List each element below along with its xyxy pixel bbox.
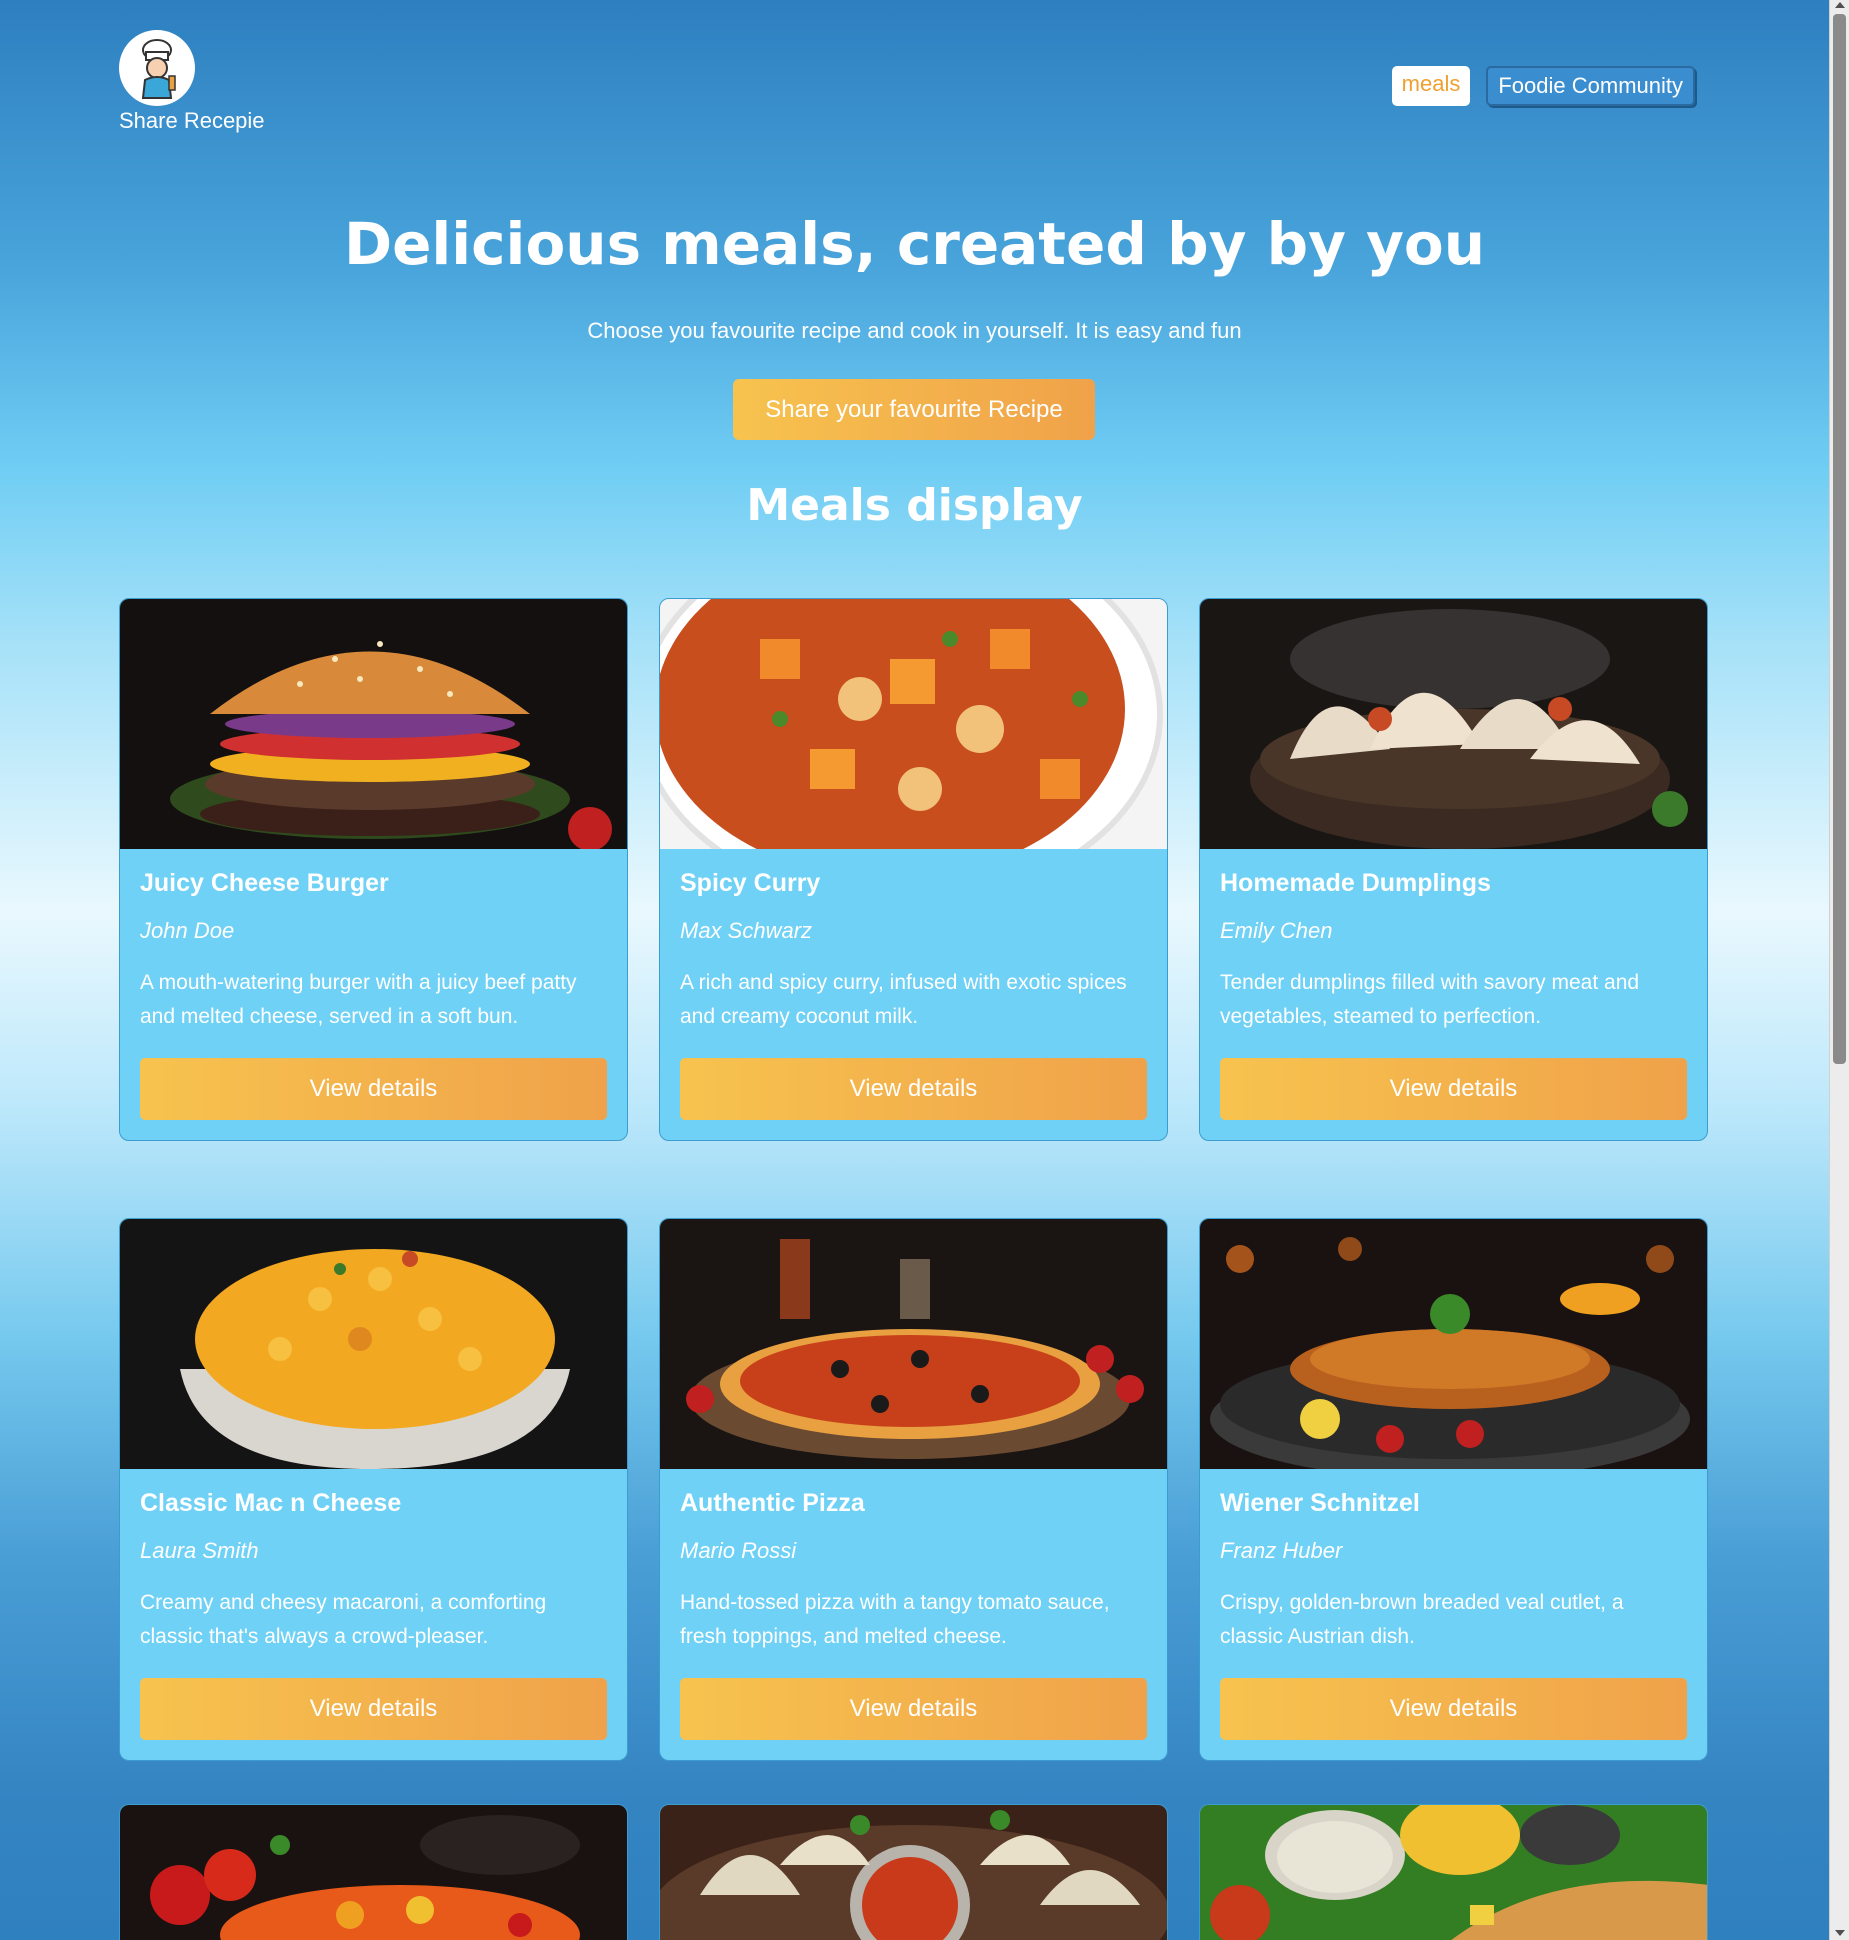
meal-image-momos (660, 1805, 1167, 1940)
view-details-button[interactable]: View details (680, 1058, 1147, 1120)
meal-description: A mouth-watering burger with a juicy bee… (140, 971, 577, 1028)
meal-image-tomato-salad (120, 1805, 627, 1940)
meal-author: John Doe (140, 918, 235, 943)
meal-title: Classic Mac n Cheese (140, 1489, 402, 1517)
meal-card: Authentic Pizza Mario Rossi Hand-tossed … (659, 1218, 1168, 1761)
meal-description: Hand-tossed pizza with a tangy tomato sa… (680, 1591, 1110, 1648)
meal-author: Mario Rossi (680, 1538, 797, 1563)
view-details-button[interactable]: View details (1220, 1058, 1687, 1120)
hero-subtitle: Choose you favourite recipe and cook in … (587, 318, 1242, 343)
section-title: Meals display (746, 480, 1083, 531)
meal-title: Spicy Curry (680, 869, 821, 897)
meal-image-curry (660, 599, 1167, 849)
logo-chef-icon[interactable] (119, 30, 195, 106)
meal-title: Authentic Pizza (680, 1489, 865, 1517)
top-nav: meals Foodie Community (1391, 66, 1695, 106)
meal-title: Homemade Dumplings (1220, 869, 1491, 897)
page-scrollbar[interactable] (1829, 0, 1849, 1940)
scroll-up-icon[interactable] (1835, 2, 1845, 8)
page: Share Recepie meals Foodie Community Del… (0, 0, 1829, 1940)
meal-card: Classic Mac n Cheese Laura Smith Creamy … (119, 1218, 628, 1761)
view-details-button[interactable]: View details (140, 1058, 607, 1120)
meal-description: Crispy, golden-brown breaded veal cutlet… (1220, 1591, 1624, 1648)
meal-card (119, 1804, 628, 1940)
view-details-button[interactable]: View details (140, 1678, 607, 1740)
meal-card: Juicy Cheese Burger John Doe A mouth-wat… (119, 598, 628, 1141)
meal-card (1199, 1804, 1708, 1940)
meal-author: Franz Huber (1220, 1538, 1343, 1563)
meal-card: Homemade Dumplings Emily Chen Tender dum… (1199, 598, 1708, 1141)
meal-card: Wiener Schnitzel Franz Huber Crispy, gol… (1199, 1218, 1708, 1761)
meal-image-pizza (660, 1219, 1167, 1469)
meal-description: Tender dumplings filled with savory meat… (1220, 971, 1640, 1028)
nav-meals-link[interactable]: meals (1391, 66, 1471, 106)
meal-author: Emily Chen (1220, 918, 1333, 943)
nav-community-link[interactable]: Foodie Community (1486, 66, 1695, 106)
meal-image-burger (120, 599, 627, 849)
meal-image-dumplings (1200, 599, 1707, 849)
view-details-button[interactable]: View details (680, 1678, 1147, 1740)
meal-title: Wiener Schnitzel (1220, 1489, 1420, 1517)
scroll-thumb[interactable] (1833, 14, 1846, 1064)
meal-title: Juicy Cheese Burger (140, 869, 389, 897)
meal-card (659, 1804, 1168, 1940)
meal-image-dosa (1200, 1805, 1707, 1940)
meal-description: Creamy and cheesy macaroni, a comforting… (140, 1591, 547, 1648)
view-details-button[interactable]: View details (1220, 1678, 1687, 1740)
meal-card: Spicy Curry Max Schwarz A rich and spicy… (659, 598, 1168, 1141)
scroll-down-icon[interactable] (1835, 1930, 1845, 1936)
hero-title: Delicious meals, created by by you (343, 210, 1486, 278)
meal-image-schnitzel (1200, 1219, 1707, 1469)
meal-description: A rich and spicy curry, infused with exo… (680, 971, 1127, 1028)
meal-image-mac-cheese (120, 1219, 627, 1469)
meal-author: Max Schwarz (680, 918, 813, 943)
meal-author: Laura Smith (140, 1538, 259, 1563)
share-recipe-button[interactable]: Share your favourite Recipe (733, 379, 1095, 440)
brand-name[interactable]: Share Recepie (119, 108, 265, 134)
